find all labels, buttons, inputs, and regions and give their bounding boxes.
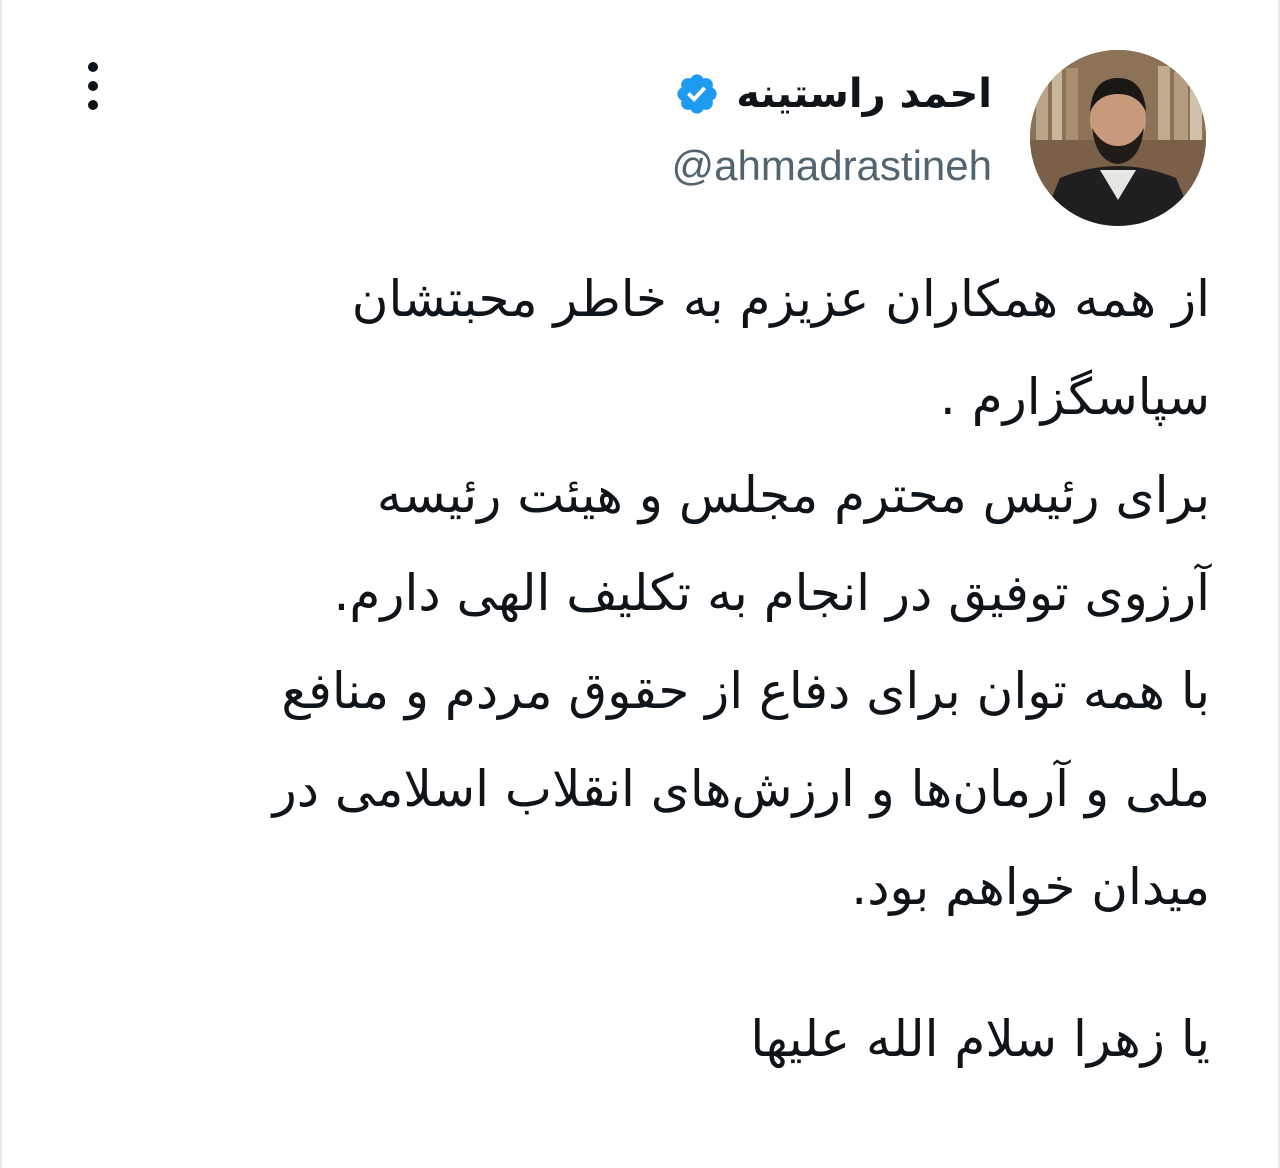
tweet-header: احمد راستینه @ahmadrastineh xyxy=(2,48,1278,238)
avatar-photo xyxy=(1030,50,1206,226)
name-row: احمد راستینه xyxy=(672,64,992,124)
more-dot xyxy=(88,62,98,72)
more-vertical-icon[interactable] xyxy=(82,62,106,112)
tweet-text: از همه همکاران عزیزم به خاطر محبتشان سپا… xyxy=(62,250,1210,936)
tweet-text-line: از همه همکاران عزیزم به خاطر محبتشان xyxy=(351,270,1210,328)
tweet-text-line: میدان خواهم بود. xyxy=(851,858,1210,916)
more-dot xyxy=(88,100,98,110)
verified-badge-icon xyxy=(674,71,720,117)
tweet-text-line: با همه توان برای دفاع از حقوق مردم و منا… xyxy=(281,662,1210,720)
tweet-text-line: سپاسگزارم . xyxy=(939,368,1210,426)
avatar[interactable] xyxy=(1030,50,1206,226)
author-handle[interactable]: @ahmadrastineh xyxy=(672,138,992,194)
author-display-name[interactable]: احمد راستینه xyxy=(736,64,992,124)
tweet-card: احمد راستینه @ahmadrastineh از همه همکار… xyxy=(0,0,1280,1168)
tweet-text-line: آرزوی توفیق در انجام به تکلیف الهی دارم. xyxy=(333,564,1211,622)
author-identity: احمد راستینه @ahmadrastineh xyxy=(672,64,992,194)
tweet-text-line: برای رئیس محترم مجلس و هیئت رئیسه xyxy=(376,466,1210,524)
more-dot xyxy=(88,81,98,91)
tweet-text-line: ملی و آرمان‌ها و ارزش‌های انقلاب اسلامی … xyxy=(272,760,1210,818)
tweet-closing-line: یا زهرا سلام الله علیها xyxy=(750,1010,1210,1068)
